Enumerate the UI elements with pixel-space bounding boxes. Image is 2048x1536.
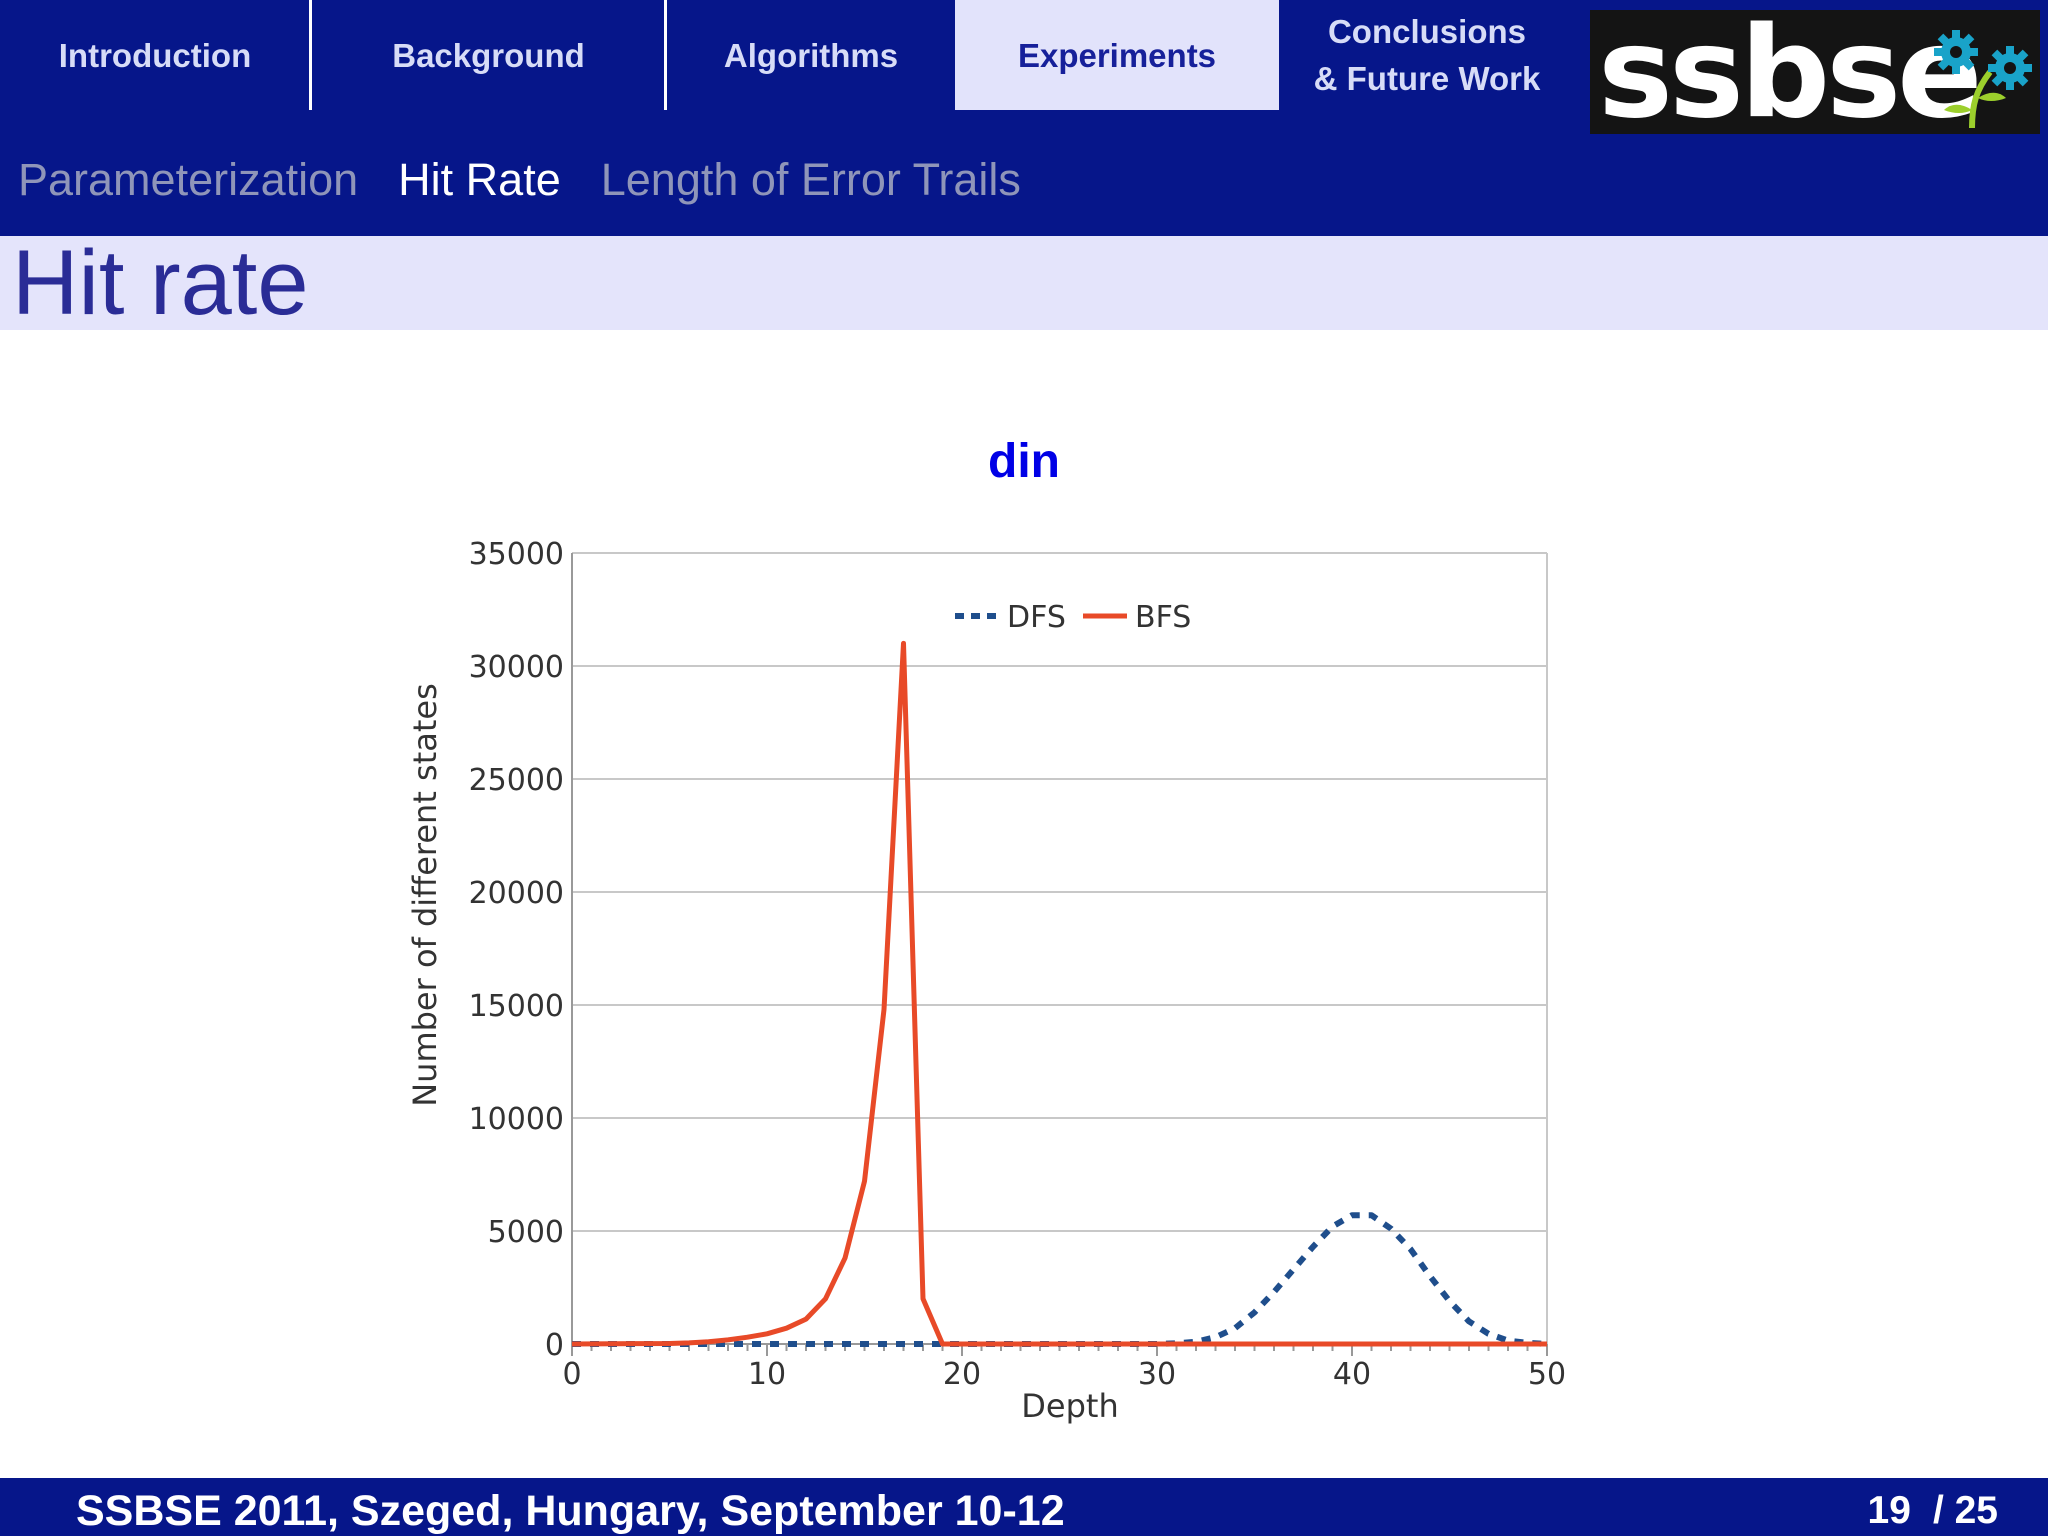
y-tick-label: 10000 — [469, 1102, 564, 1137]
ssbse-logo: ssbse — [1590, 10, 2040, 134]
series-line-dfs — [572, 1212, 1548, 1347]
y-tick-label: 20000 — [469, 876, 564, 911]
page-title: Hit rate — [12, 232, 309, 334]
subnav-parameterization[interactable]: Parameterization — [18, 154, 358, 206]
x-axis-label: Depth — [1021, 1387, 1118, 1425]
tab-conclusions-label: Conclusions & Future Work — [1313, 13, 1541, 97]
subnav-hit-rate[interactable]: Hit Rate — [398, 154, 561, 206]
subnav-length-of-error-trails[interactable]: Length of Error Trails — [601, 154, 1021, 206]
x-tick-label: 50 — [1528, 1357, 1566, 1392]
chart-gridlines — [572, 552, 1548, 1345]
legend-label-bfs: BFS — [1135, 600, 1191, 635]
y-tick-label: 5000 — [488, 1215, 564, 1250]
tab-algorithms[interactable]: Algorithms — [667, 0, 955, 110]
y-tick-label: 0 — [545, 1328, 564, 1363]
chart-title: din — [988, 435, 1060, 488]
tab-conclusions-future-work[interactable]: Conclusions & Future Work — [1279, 0, 1575, 110]
page-number: 19 / 25 — [1868, 1486, 1998, 1536]
total-pages: / 25 — [1932, 1489, 1998, 1532]
tab-experiments-label: Experiments — [1017, 36, 1217, 74]
chart-legend: DFS BFS — [955, 600, 1191, 635]
tab-introduction[interactable]: Introduction — [0, 0, 310, 110]
flower-gear-icon — [1934, 30, 2032, 129]
x-tick-label: 40 — [1333, 1357, 1371, 1392]
current-page: 19 — [1867, 1489, 1911, 1532]
x-tick-label: 30 — [1138, 1357, 1176, 1392]
footer-conference: SSBSE 2011, Szeged, Hungary, September 1… — [76, 1487, 1065, 1535]
legend-label-dfs: DFS — [1007, 600, 1066, 635]
x-tick-label: 0 — [562, 1357, 581, 1392]
chart-series — [571, 640, 1548, 1347]
tab-algorithms-label: Algorithms — [723, 36, 899, 74]
tab-experiments[interactable]: Experiments — [955, 0, 1279, 110]
tab-background[interactable]: Background — [312, 0, 665, 110]
y-tick-label: 25000 — [469, 763, 564, 798]
x-tick-label: 10 — [748, 1357, 786, 1392]
tab-introduction-label: Introduction — [58, 36, 252, 74]
section-subnav: Parameterization Hit Rate Length of Erro… — [18, 150, 1021, 210]
y-axis-label: Number of different states — [406, 683, 444, 1107]
top-navigation-bar: Introduction Background Algorithms Exper… — [0, 0, 2048, 236]
tab-background-label: Background — [392, 36, 585, 74]
y-tick-label: 30000 — [469, 650, 564, 685]
y-tick-label: 35000 — [469, 537, 564, 572]
y-tick-label: 15000 — [469, 989, 564, 1024]
x-tick-label: 20 — [943, 1357, 981, 1392]
line-chart: 0 5000 10000 15000 20000 25000 30000 35000 0 10 20… — [406, 537, 1566, 1425]
